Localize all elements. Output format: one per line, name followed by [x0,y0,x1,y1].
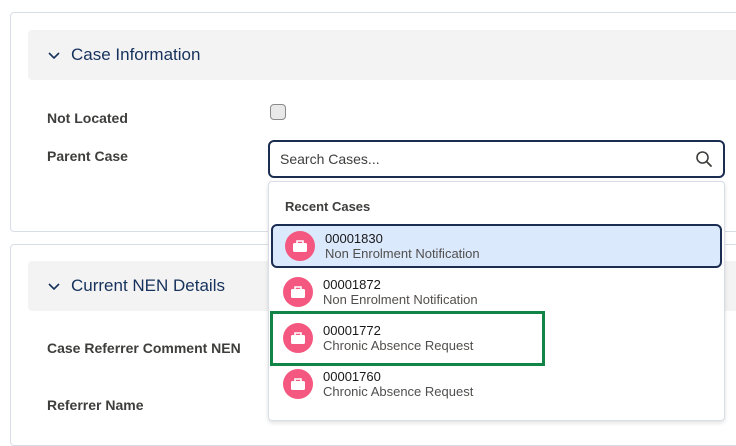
recent-cases-dropdown: Recent Cases 00001830 Non Enrolment Noti… [268,181,725,421]
current-nen-details-title: Current NEN Details [71,276,225,295]
case-type: Non Enrolment Notification [323,292,478,307]
parent-case-search-box[interactable] [268,140,725,178]
case-number: 00001872 [323,277,381,292]
case-type: Chronic Absence Request [323,384,474,399]
search-icon[interactable] [695,150,713,168]
case-option[interactable]: 00001760 Chronic Absence Request [271,362,722,406]
not-located-label: Not Located [47,110,128,126]
case-information-title: Case Information [71,45,201,64]
case-information-header[interactable]: Case Information [28,30,736,80]
chevron-down-icon [48,52,60,60]
case-option[interactable]: 00001772 Chronic Absence Request [271,316,722,360]
referrer-name-label: Referrer Name [47,397,144,413]
case-briefcase-icon [283,369,313,399]
parent-case-label: Parent Case [47,148,128,164]
parent-case-search-input[interactable] [270,143,695,175]
case-briefcase-icon [283,323,313,353]
case-type: Non Enrolment Notification [325,246,480,261]
case-type: Chronic Absence Request [323,338,474,353]
case-number: 00001760 [323,369,381,384]
recent-cases-heading: Recent Cases [285,199,371,214]
not-located-checkbox[interactable] [270,104,286,120]
chevron-down-icon [48,283,60,291]
case-option[interactable]: 00001872 Non Enrolment Notification [271,270,722,314]
case-referrer-comment-label: Case Referrer Comment NEN [47,340,241,356]
case-briefcase-icon [283,277,313,307]
case-briefcase-icon [285,231,315,261]
case-option[interactable]: 00001830 Non Enrolment Notification [271,224,722,268]
case-number: 00001830 [325,231,383,246]
case-number: 00001772 [323,323,381,338]
